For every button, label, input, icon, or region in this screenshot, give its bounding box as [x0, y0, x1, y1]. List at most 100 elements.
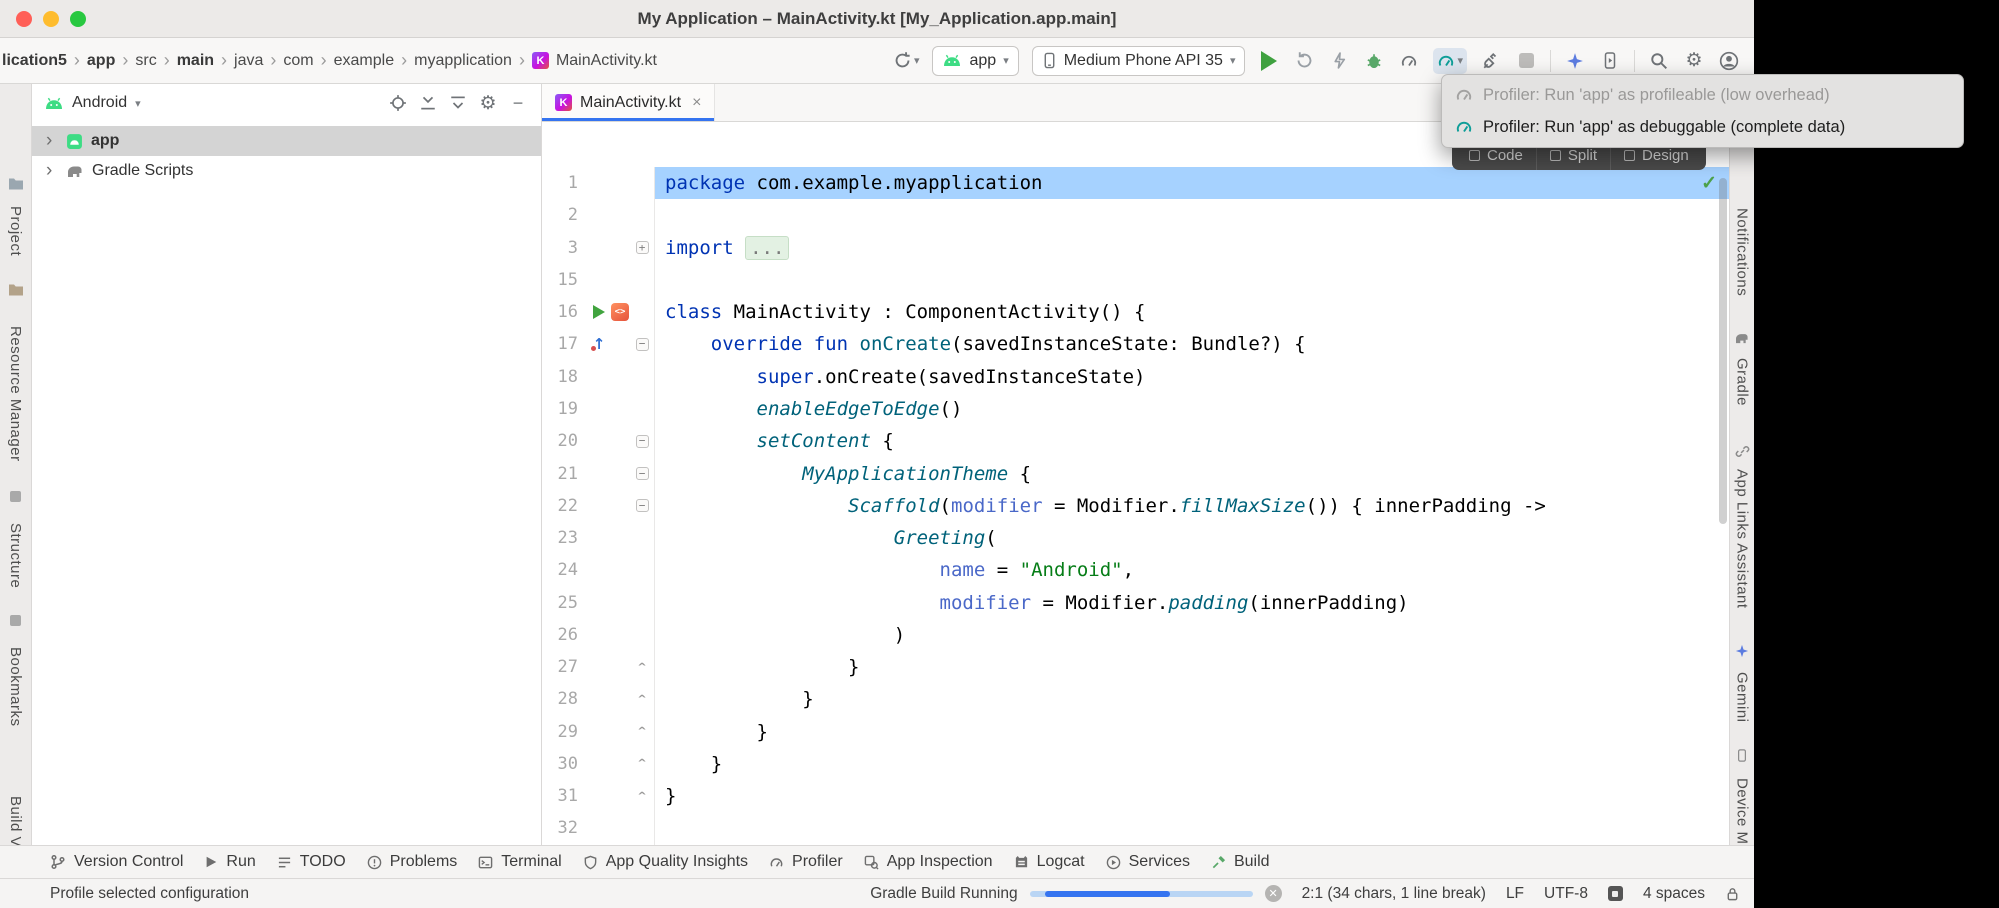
tree-row[interactable]: › app: [32, 126, 541, 156]
cancel-build-button[interactable]: ✕: [1265, 885, 1282, 902]
code-line[interactable]: 28^ }: [542, 683, 1729, 715]
fold-marker[interactable]: +: [630, 241, 654, 254]
attach-debugger-button[interactable]: [1480, 48, 1502, 74]
debug-button[interactable]: [1363, 48, 1385, 74]
code-line[interactable]: 15: [542, 264, 1729, 296]
code-line[interactable]: 20− setContent {: [542, 425, 1729, 457]
line-separator-widget[interactable]: LF: [1506, 885, 1524, 903]
tool-stripe-icon[interactable]: [0, 490, 31, 503]
project-tool-icon[interactable]: [0, 176, 31, 190]
fold-marker[interactable]: ^: [630, 724, 654, 739]
tool-profiler[interactable]: Profiler: [769, 853, 843, 871]
apply-code-changes-button[interactable]: [1328, 48, 1350, 74]
tool-version-control[interactable]: Version Control: [50, 853, 183, 871]
sidebar-item-gradle[interactable]: Gradle: [1730, 352, 1754, 412]
profile-button[interactable]: [1398, 48, 1420, 74]
packages-icon[interactable]: [0, 282, 31, 296]
code-line[interactable]: 19 enableEdgeToEdge(): [542, 393, 1729, 425]
code-line[interactable]: 26 ): [542, 619, 1729, 651]
breadcrumb-item[interactable]: K MainActivity.kt ›: [532, 52, 657, 70]
code-line[interactable]: 32: [542, 812, 1729, 844]
tool-logcat[interactable]: Logcat: [1014, 853, 1085, 871]
breadcrumb-item[interactable]: K main ›: [177, 50, 234, 71]
gemini-toolbar-button[interactable]: [1564, 48, 1586, 74]
expand-all-button[interactable]: [447, 92, 469, 114]
tool-todo[interactable]: TODO: [277, 853, 346, 871]
collapse-all-button[interactable]: [417, 92, 439, 114]
editor-body[interactable]: 1package com.example.myapplication23+imp…: [542, 122, 1729, 845]
stop-button[interactable]: [1515, 48, 1537, 74]
device-select[interactable]: Medium Phone API 35 ▾: [1032, 46, 1246, 76]
sidebar-item-app-links-assistant[interactable]: App Links Assistant: [1730, 464, 1754, 614]
code-line[interactable]: 29^ }: [542, 716, 1729, 748]
tool-app-quality-insights[interactable]: App Quality Insights: [583, 853, 748, 871]
fold-marker[interactable]: ^: [630, 756, 654, 771]
code-line[interactable]: 25 modifier = Modifier.padding(innerPadd…: [542, 586, 1729, 618]
compose-activity-gutter-icon[interactable]: [611, 303, 629, 321]
indent-widget[interactable]: 4 spaces: [1643, 885, 1705, 903]
breadcrumb-item[interactable]: K src ›: [135, 50, 176, 71]
chevron-right-icon[interactable]: ›: [46, 130, 58, 152]
sidebar-item-structure[interactable]: Structure: [0, 508, 31, 604]
tool-app-inspection[interactable]: App Inspection: [864, 853, 993, 871]
code-line[interactable]: 27^ }: [542, 651, 1729, 683]
breadcrumb-item[interactable]: K com ›: [283, 50, 333, 71]
lock-icon[interactable]: [1725, 886, 1740, 902]
locate-file-button[interactable]: [387, 92, 409, 114]
fold-marker[interactable]: −: [630, 435, 654, 448]
apply-changes-button[interactable]: [1293, 48, 1315, 74]
code-line[interactable]: 31^}: [542, 780, 1729, 812]
tool-stripe-icon[interactable]: [0, 614, 31, 627]
code-line[interactable]: 18 super.onCreate(savedInstanceState): [542, 361, 1729, 393]
chevron-right-icon[interactable]: ›: [46, 160, 58, 182]
breadcrumb-item[interactable]: K example ›: [334, 50, 414, 71]
sync-project-button[interactable]: ▾: [893, 48, 920, 74]
code-line[interactable]: 22− Scaffold(modifier = Modifier.fillMax…: [542, 490, 1729, 522]
running-devices-button[interactable]: [1599, 48, 1621, 74]
link-icon[interactable]: [1730, 444, 1754, 459]
gradle-progress[interactable]: Gradle Build Running ✕: [870, 885, 1281, 903]
code-line[interactable]: 24 name = "Android",: [542, 554, 1729, 586]
code-line[interactable]: 23 Greeting(: [542, 522, 1729, 554]
breadcrumb-item[interactable]: K app ›: [87, 50, 135, 71]
run-button[interactable]: [1258, 48, 1280, 74]
search-everywhere-button[interactable]: [1648, 48, 1670, 74]
code-line[interactable]: 17− override fun onCreate(savedInstanceS…: [542, 328, 1729, 360]
gradle-icon[interactable]: [1730, 332, 1754, 344]
run-configuration-select[interactable]: app ▾: [932, 46, 1018, 76]
run-gutter-icon[interactable]: [590, 303, 608, 321]
override-gutter-icon[interactable]: [590, 335, 608, 353]
editor-tab[interactable]: K MainActivity.kt ×: [542, 84, 715, 121]
code-line[interactable]: 21− MyApplicationTheme {: [542, 457, 1729, 489]
profiler-popup-item[interactable]: Profiler: Run 'app' as profileable (low …: [1442, 79, 1963, 111]
device-manager-icon[interactable]: [1730, 748, 1754, 763]
code-line[interactable]: 3+import ...: [542, 232, 1729, 264]
gemini-icon[interactable]: [1730, 644, 1754, 658]
code-line[interactable]: 30^ }: [542, 748, 1729, 780]
tree-row[interactable]: › Gradle Scripts: [32, 156, 541, 186]
code-line[interactable]: 1package com.example.myapplication: [542, 167, 1729, 199]
tool-build[interactable]: Build: [1211, 853, 1270, 871]
tool-services[interactable]: Services: [1106, 853, 1190, 871]
inspections-ok-icon[interactable]: ✓: [1701, 172, 1717, 195]
close-tab-icon[interactable]: ×: [692, 94, 701, 112]
profiler-popup-item[interactable]: Profiler: Run 'app' as debuggable (compl…: [1442, 111, 1963, 143]
fold-marker[interactable]: ^: [630, 789, 654, 804]
breadcrumb-item[interactable]: K myapplication ›: [414, 50, 532, 71]
account-button[interactable]: [1718, 48, 1740, 74]
sidebar-item-resource-manager[interactable]: Resource Manager: [0, 310, 31, 478]
encoding-widget[interactable]: UTF-8: [1544, 885, 1588, 903]
caret-position-widget[interactable]: 2:1 (34 chars, 1 line break): [1302, 885, 1486, 903]
editor-scrollbar[interactable]: [1719, 178, 1727, 524]
tool-run[interactable]: Run: [204, 853, 255, 871]
tool-terminal[interactable]: Terminal: [478, 853, 561, 871]
sidebar-item-gemini[interactable]: Gemini: [1730, 666, 1754, 728]
breadcrumb-item[interactable]: K java ›: [234, 50, 283, 71]
fold-marker[interactable]: ^: [630, 660, 654, 675]
fold-marker[interactable]: −: [630, 338, 654, 351]
code-line[interactable]: 2: [542, 199, 1729, 231]
fold-marker[interactable]: ^: [630, 692, 654, 707]
tool-problems[interactable]: Problems: [367, 853, 458, 871]
status-widget-icon[interactable]: [1608, 886, 1623, 901]
project-view-selector[interactable]: Android: [72, 94, 127, 112]
